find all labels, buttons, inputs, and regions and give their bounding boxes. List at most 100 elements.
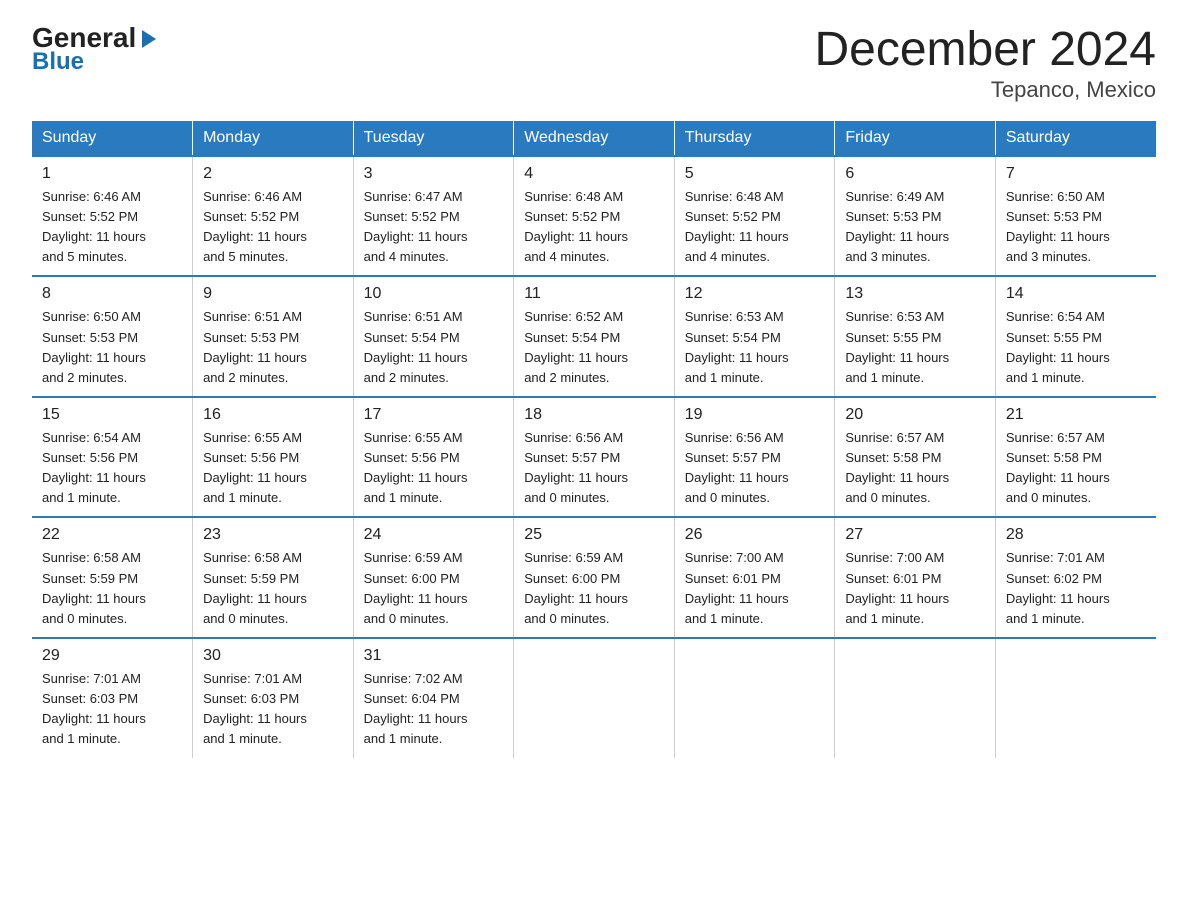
day-info: Sunrise: 6:48 AMSunset: 5:52 PMDaylight:… [685, 187, 825, 268]
calendar-table: SundayMondayTuesdayWednesdayThursdayFrid… [32, 121, 1156, 758]
day-info: Sunrise: 6:50 AMSunset: 5:53 PMDaylight:… [1006, 187, 1146, 268]
day-info: Sunrise: 6:52 AMSunset: 5:54 PMDaylight:… [524, 307, 664, 388]
day-info: Sunrise: 6:50 AMSunset: 5:53 PMDaylight:… [42, 307, 182, 388]
day-number: 26 [685, 526, 825, 544]
calendar-week-row: 1Sunrise: 6:46 AMSunset: 5:52 PMDaylight… [32, 156, 1156, 277]
day-number: 11 [524, 285, 664, 303]
calendar-cell: 9 Sunrise: 6:51 AMSunset: 5:53 PMDaylight… [193, 276, 354, 397]
day-info: Sunrise: 6:56 AMSunset: 5:57 PMDaylight:… [524, 428, 664, 509]
logo-arrow-icon [138, 28, 160, 50]
day-number: 12 [685, 285, 825, 303]
day-info: Sunrise: 7:00 AMSunset: 6:01 PMDaylight:… [845, 548, 985, 629]
day-info: Sunrise: 6:47 AMSunset: 5:52 PMDaylight:… [364, 187, 504, 268]
calendar-week-row: 8 Sunrise: 6:50 AMSunset: 5:53 PMDaylight… [32, 276, 1156, 397]
day-info: Sunrise: 6:59 AMSunset: 6:00 PMDaylight:… [524, 548, 664, 629]
calendar-cell: 2Sunrise: 6:46 AMSunset: 5:52 PMDaylight… [193, 156, 354, 277]
day-info: Sunrise: 6:54 AMSunset: 5:55 PMDaylight:… [1006, 307, 1146, 388]
col-header-saturday: Saturday [995, 121, 1156, 156]
day-info: Sunrise: 6:48 AMSunset: 5:52 PMDaylight:… [524, 187, 664, 268]
day-number: 9 [203, 285, 343, 303]
day-number: 13 [845, 285, 985, 303]
calendar-cell: 29 Sunrise: 7:01 AMSunset: 6:03 PMDayligh… [32, 638, 193, 758]
calendar-cell: 20 Sunrise: 6:57 AMSunset: 5:58 PMDayligh… [835, 397, 996, 518]
calendar-cell [995, 638, 1156, 758]
day-info: Sunrise: 7:01 AMSunset: 6:03 PMDaylight:… [42, 669, 182, 750]
calendar-subtitle: Tepanco, Mexico [814, 77, 1156, 103]
calendar-cell: 16 Sunrise: 6:55 AMSunset: 5:56 PMDayligh… [193, 397, 354, 518]
day-info: Sunrise: 6:53 AMSunset: 5:55 PMDaylight:… [845, 307, 985, 388]
calendar-cell: 15 Sunrise: 6:54 AMSunset: 5:56 PMDayligh… [32, 397, 193, 518]
day-number: 25 [524, 526, 664, 544]
day-number: 3 [364, 165, 504, 183]
day-number: 7 [1006, 165, 1146, 183]
calendar-cell: 19Sunrise: 6:56 AMSunset: 5:57 PMDayligh… [674, 397, 835, 518]
calendar-cell: 13 Sunrise: 6:53 AMSunset: 5:55 PMDayligh… [835, 276, 996, 397]
col-header-wednesday: Wednesday [514, 121, 675, 156]
day-number: 6 [845, 165, 985, 183]
day-info: Sunrise: 7:00 AMSunset: 6:01 PMDaylight:… [685, 548, 825, 629]
calendar-cell: 25 Sunrise: 6:59 AMSunset: 6:00 PMDayligh… [514, 517, 675, 638]
calendar-cell [674, 638, 835, 758]
calendar-cell: 24Sunrise: 6:59 AMSunset: 6:00 PMDayligh… [353, 517, 514, 638]
day-info: Sunrise: 6:51 AMSunset: 5:54 PMDaylight:… [364, 307, 504, 388]
col-header-friday: Friday [835, 121, 996, 156]
day-number: 23 [203, 526, 343, 544]
calendar-cell: 8 Sunrise: 6:50 AMSunset: 5:53 PMDaylight… [32, 276, 193, 397]
day-number: 22 [42, 526, 182, 544]
col-header-tuesday: Tuesday [353, 121, 514, 156]
day-number: 31 [364, 647, 504, 665]
day-number: 18 [524, 406, 664, 424]
calendar-cell: 12Sunrise: 6:53 AMSunset: 5:54 PMDayligh… [674, 276, 835, 397]
day-number: 16 [203, 406, 343, 424]
col-header-monday: Monday [193, 121, 354, 156]
day-info: Sunrise: 6:51 AMSunset: 5:53 PMDaylight:… [203, 307, 343, 388]
calendar-cell: 4 Sunrise: 6:48 AMSunset: 5:52 PMDaylight… [514, 156, 675, 277]
col-header-thursday: Thursday [674, 121, 835, 156]
day-number: 21 [1006, 406, 1146, 424]
calendar-cell: 10Sunrise: 6:51 AMSunset: 5:54 PMDayligh… [353, 276, 514, 397]
calendar-cell: 27Sunrise: 7:00 AMSunset: 6:01 PMDayligh… [835, 517, 996, 638]
title-block: December 2024 Tepanco, Mexico [814, 24, 1156, 103]
day-info: Sunrise: 6:59 AMSunset: 6:00 PMDaylight:… [364, 548, 504, 629]
day-info: Sunrise: 6:57 AMSunset: 5:58 PMDaylight:… [1006, 428, 1146, 509]
day-info: Sunrise: 6:56 AMSunset: 5:57 PMDaylight:… [685, 428, 825, 509]
calendar-cell: 26 Sunrise: 7:00 AMSunset: 6:01 PMDayligh… [674, 517, 835, 638]
day-number: 8 [42, 285, 182, 303]
logo: General Blue [32, 24, 160, 76]
day-info: Sunrise: 6:55 AMSunset: 5:56 PMDaylight:… [203, 428, 343, 509]
calendar-cell: 1Sunrise: 6:46 AMSunset: 5:52 PMDaylight… [32, 156, 193, 277]
day-info: Sunrise: 6:57 AMSunset: 5:58 PMDaylight:… [845, 428, 985, 509]
calendar-title: December 2024 [814, 24, 1156, 77]
day-number: 15 [42, 406, 182, 424]
calendar-week-row: 29 Sunrise: 7:01 AMSunset: 6:03 PMDayligh… [32, 638, 1156, 758]
day-number: 4 [524, 165, 664, 183]
day-number: 1 [42, 165, 182, 183]
calendar-cell: 14 Sunrise: 6:54 AMSunset: 5:55 PMDayligh… [995, 276, 1156, 397]
day-number: 5 [685, 165, 825, 183]
calendar-cell: 30 Sunrise: 7:01 AMSunset: 6:03 PMDayligh… [193, 638, 354, 758]
day-number: 29 [42, 647, 182, 665]
day-info: Sunrise: 6:58 AMSunset: 5:59 PMDaylight:… [42, 548, 182, 629]
day-info: Sunrise: 7:01 AMSunset: 6:03 PMDaylight:… [203, 669, 343, 750]
calendar-cell: 17Sunrise: 6:55 AMSunset: 5:56 PMDayligh… [353, 397, 514, 518]
calendar-cell: 7 Sunrise: 6:50 AMSunset: 5:53 PMDaylight… [995, 156, 1156, 277]
calendar-cell [514, 638, 675, 758]
calendar-cell: 22 Sunrise: 6:58 AMSunset: 5:59 PMDayligh… [32, 517, 193, 638]
day-number: 17 [364, 406, 504, 424]
day-info: Sunrise: 6:54 AMSunset: 5:56 PMDaylight:… [42, 428, 182, 509]
calendar-cell: 5 Sunrise: 6:48 AMSunset: 5:52 PMDaylight… [674, 156, 835, 277]
day-number: 20 [845, 406, 985, 424]
day-number: 30 [203, 647, 343, 665]
day-number: 14 [1006, 285, 1146, 303]
page-header: General Blue December 2024 Tepanco, Mexi… [32, 24, 1156, 103]
day-number: 2 [203, 165, 343, 183]
day-info: Sunrise: 6:58 AMSunset: 5:59 PMDaylight:… [203, 548, 343, 629]
day-info: Sunrise: 6:49 AMSunset: 5:53 PMDaylight:… [845, 187, 985, 268]
calendar-week-row: 22 Sunrise: 6:58 AMSunset: 5:59 PMDayligh… [32, 517, 1156, 638]
calendar-week-row: 15 Sunrise: 6:54 AMSunset: 5:56 PMDayligh… [32, 397, 1156, 518]
calendar-cell: 28Sunrise: 7:01 AMSunset: 6:02 PMDayligh… [995, 517, 1156, 638]
calendar-cell: 23 Sunrise: 6:58 AMSunset: 5:59 PMDayligh… [193, 517, 354, 638]
calendar-cell: 6 Sunrise: 6:49 AMSunset: 5:53 PMDaylight… [835, 156, 996, 277]
day-info: Sunrise: 7:02 AMSunset: 6:04 PMDaylight:… [364, 669, 504, 750]
day-info: Sunrise: 7:01 AMSunset: 6:02 PMDaylight:… [1006, 548, 1146, 629]
